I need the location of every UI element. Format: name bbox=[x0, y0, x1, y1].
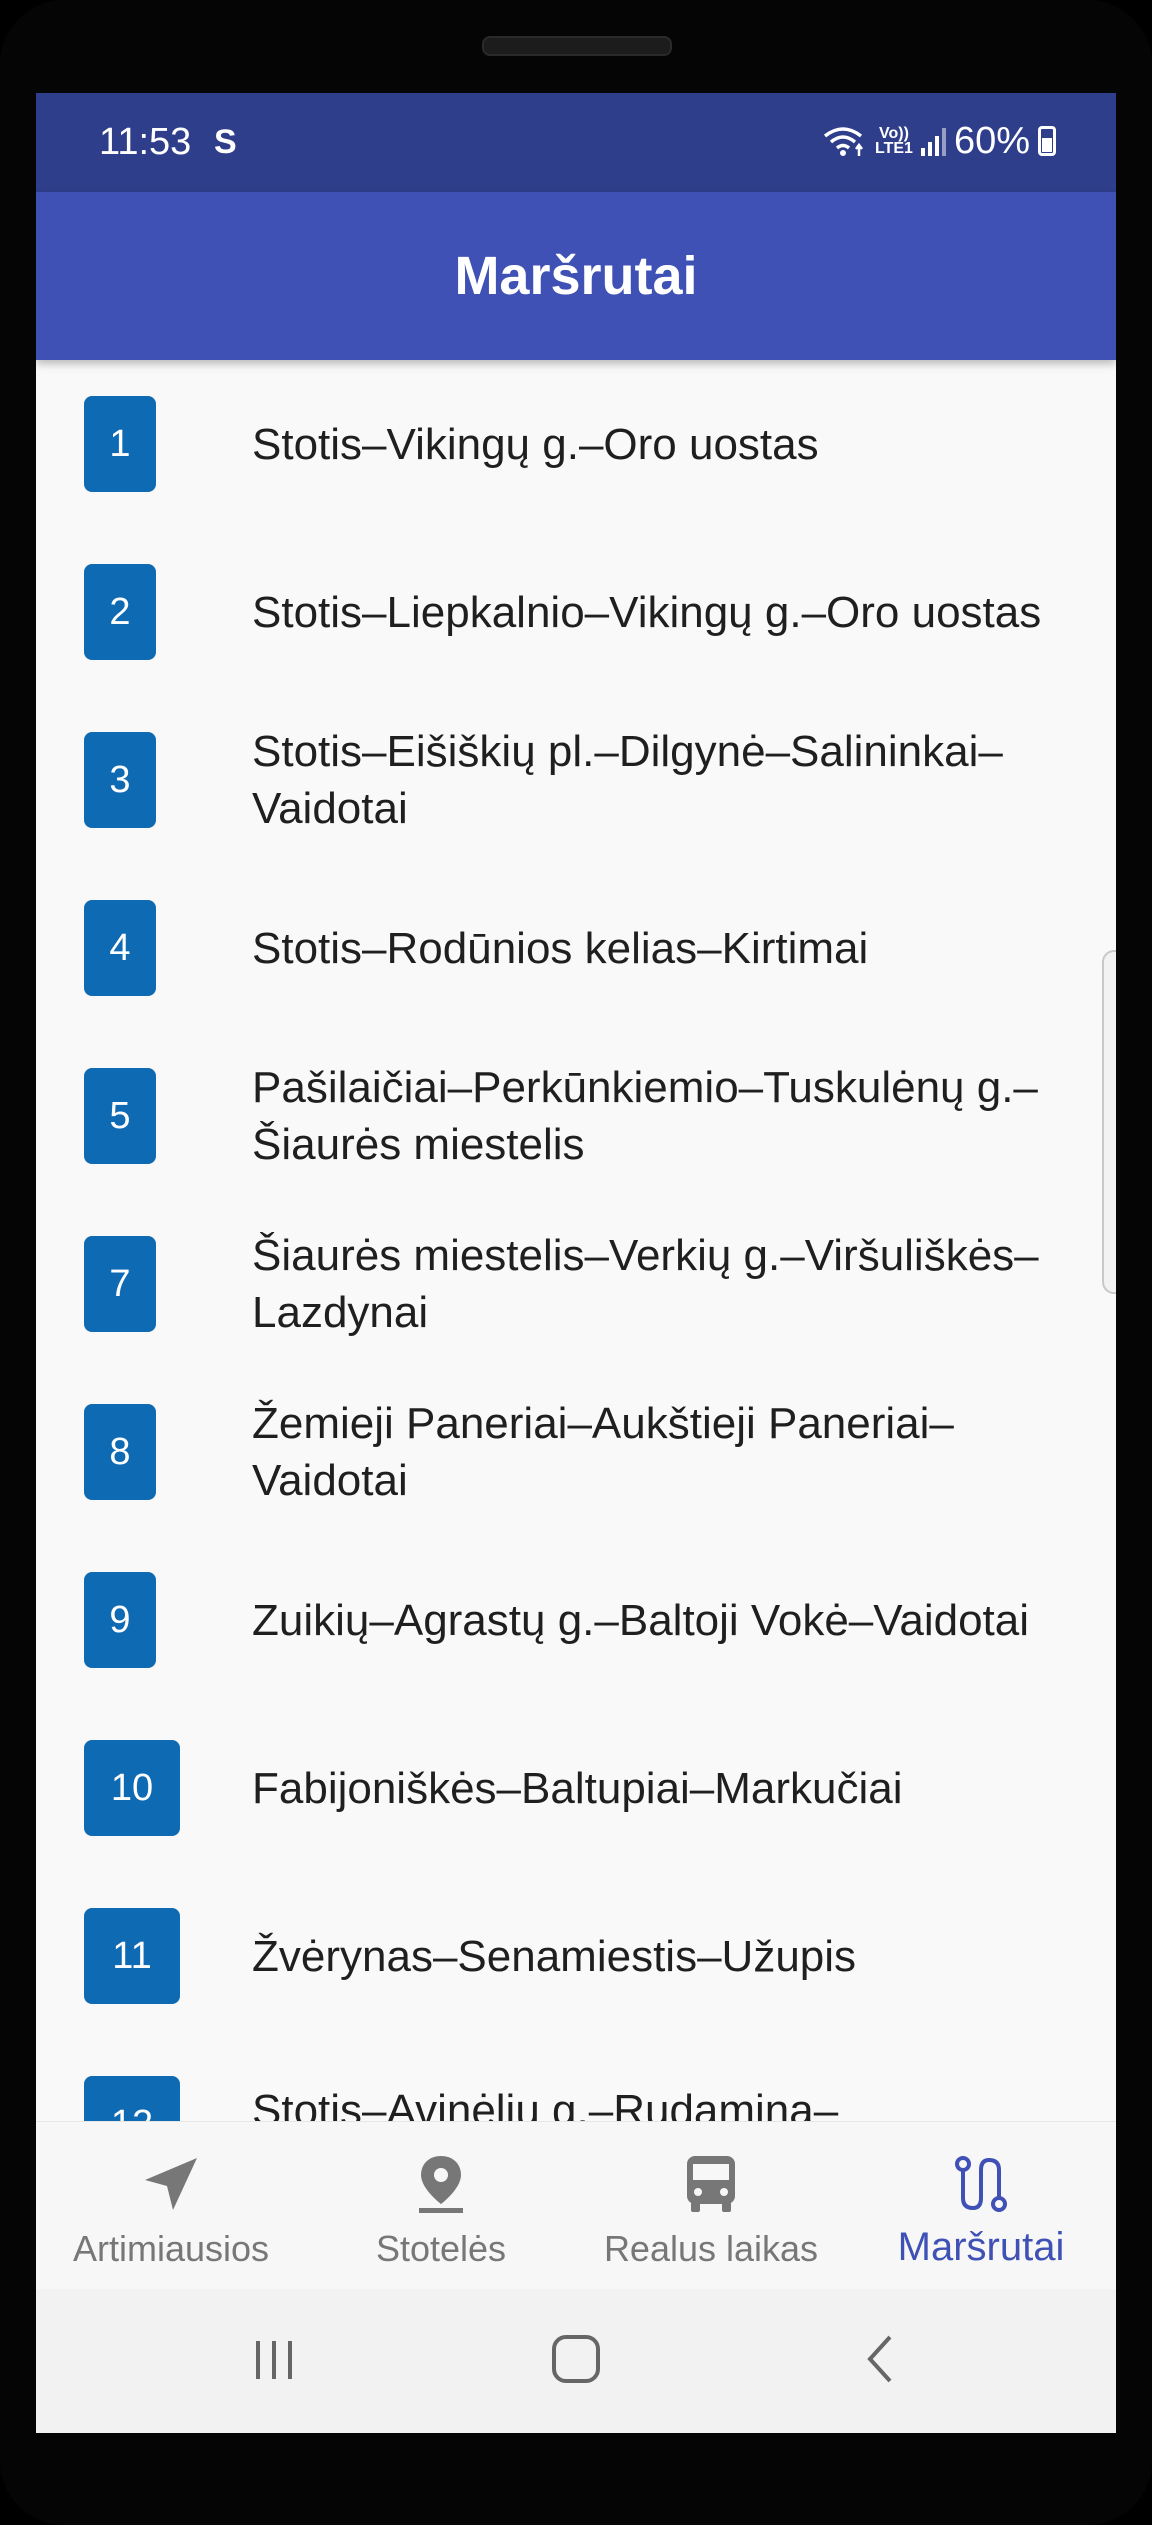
route-item[interactable]: 7 Šiaurės miestelis–Verkių g.–Viršuliškė… bbox=[36, 1200, 1116, 1368]
phone-frame: 11:53 S Vo)) LTE1 60% Maršrutai 1 Stotis… bbox=[0, 0, 1152, 2525]
nav-label: Stotelės bbox=[375, 2228, 507, 2269]
route-icon bbox=[955, 2156, 1007, 2212]
route-number-badge: 4 bbox=[84, 900, 156, 996]
route-number-badge: 7 bbox=[84, 1236, 156, 1332]
battery-icon bbox=[1038, 126, 1056, 156]
route-item[interactable]: 8 Žemieji Paneriai–Aukštieji Paneriai–Va… bbox=[36, 1368, 1116, 1536]
wifi-icon bbox=[823, 127, 863, 156]
recent-apps-icon[interactable] bbox=[250, 2329, 298, 2389]
sim-status-icon: S bbox=[214, 123, 237, 161]
nav-label: Maršrutai bbox=[897, 2225, 1065, 2269]
system-navigation-bar bbox=[36, 2289, 1116, 2433]
route-item[interactable]: 4 Stotis–Rodūnios kelias–Kirtimai bbox=[36, 864, 1116, 1032]
nav-item-realtime[interactable]: Realus laikas bbox=[576, 2122, 846, 2290]
status-bar: 11:53 S Vo)) LTE1 60% bbox=[36, 93, 1116, 192]
scrollbar[interactable] bbox=[1102, 950, 1116, 1294]
route-item[interactable]: 2 Stotis–Liepkalnio–Vikingų g.–Oro uosta… bbox=[36, 528, 1116, 696]
battery-percent: 60% bbox=[953, 119, 1030, 162]
page-title: Maršrutai bbox=[454, 246, 698, 306]
route-name: Šiaurės miestelis–Verkių g.–Viršuliškės–… bbox=[252, 1231, 1039, 1337]
route-item[interactable]: 9 Zuikių–Agrastų g.–Baltoji Vokė–Vaidota… bbox=[36, 1536, 1116, 1704]
home-icon[interactable] bbox=[546, 2329, 606, 2389]
navigation-arrow-icon bbox=[145, 2158, 197, 2210]
route-name: Žvėrynas–Senamiestis–Užupis bbox=[252, 1931, 857, 1981]
route-name: Pašilaičiai–Perkūnkiemio–Tuskulėnų g.–Ši… bbox=[252, 1063, 1038, 1169]
nav-item-stops[interactable]: Stotelės bbox=[306, 2122, 576, 2290]
status-time: 11:53 bbox=[99, 121, 192, 163]
back-icon[interactable] bbox=[856, 2329, 904, 2389]
route-number-badge: 1 bbox=[84, 396, 156, 492]
route-name: Stotis–Rodūnios kelias–Kirtimai bbox=[252, 923, 869, 973]
route-number-badge: 11 bbox=[84, 1908, 180, 2004]
route-name: Zuikių–Agrastų g.–Baltoji Vokė–Vaidotai bbox=[252, 1595, 1030, 1645]
route-item[interactable]: 3 Stotis–Eišiškių pl.–Dilgynė–Salininkai… bbox=[36, 696, 1116, 864]
route-number-badge: 5 bbox=[84, 1068, 156, 1164]
route-item[interactable]: 11 Žvėrynas–Senamiestis–Užupis bbox=[36, 1872, 1116, 2040]
nav-label: Realus laikas bbox=[603, 2228, 819, 2269]
route-name: Fabijoniškės–Baltupiai–Markučiai bbox=[252, 1763, 903, 1813]
route-name: Žemieji Paneriai–Aukštieji Paneriai–Vaid… bbox=[252, 1399, 954, 1505]
bus-icon bbox=[687, 2156, 735, 2212]
route-name: Stotis–Vikingų g.–Oro uostas bbox=[252, 419, 819, 469]
route-name: Stotis–Liepkalnio–Vikingų g.–Oro uostas bbox=[252, 587, 1042, 637]
bottom-navigation: Artimiausios Stotelės Realus laikas Marš… bbox=[36, 2121, 1116, 2290]
app-bar: Maršrutai bbox=[36, 192, 1116, 360]
route-list[interactable]: 1 Stotis–Vikingų g.–Oro uostas 2 Stotis–… bbox=[36, 360, 1116, 2215]
route-name: Stotis–Eišiškių pl.–Dilgynė–Salininkai–V… bbox=[252, 727, 1003, 833]
route-number-badge: 8 bbox=[84, 1404, 156, 1500]
route-number-badge: 10 bbox=[84, 1740, 180, 1836]
nav-item-routes[interactable]: Maršrutai bbox=[846, 2122, 1116, 2290]
route-number-badge: 2 bbox=[84, 564, 156, 660]
route-item[interactable]: 10 Fabijoniškės–Baltupiai–Markučiai bbox=[36, 1704, 1116, 1872]
status-indicators: Vo)) LTE1 60% bbox=[823, 119, 1056, 163]
route-item[interactable]: 1 Stotis–Vikingų g.–Oro uostas bbox=[36, 360, 1116, 528]
nav-item-nearest[interactable]: Artimiausios bbox=[36, 2122, 306, 2290]
nav-label: Artimiausios bbox=[72, 2228, 270, 2269]
route-item[interactable]: 5 Pašilaičiai–Perkūnkiemio–Tuskulėnų g.–… bbox=[36, 1032, 1116, 1200]
screen: 11:53 S Vo)) LTE1 60% Maršrutai 1 Stotis… bbox=[36, 93, 1116, 2433]
signal-strength-icon bbox=[920, 126, 946, 156]
route-number-badge: 9 bbox=[84, 1572, 156, 1668]
route-number-badge: 3 bbox=[84, 732, 156, 828]
lte-indicator: Vo)) LTE1 bbox=[875, 125, 913, 157]
speaker-grille bbox=[482, 36, 672, 56]
map-pin-icon bbox=[419, 2156, 463, 2213]
